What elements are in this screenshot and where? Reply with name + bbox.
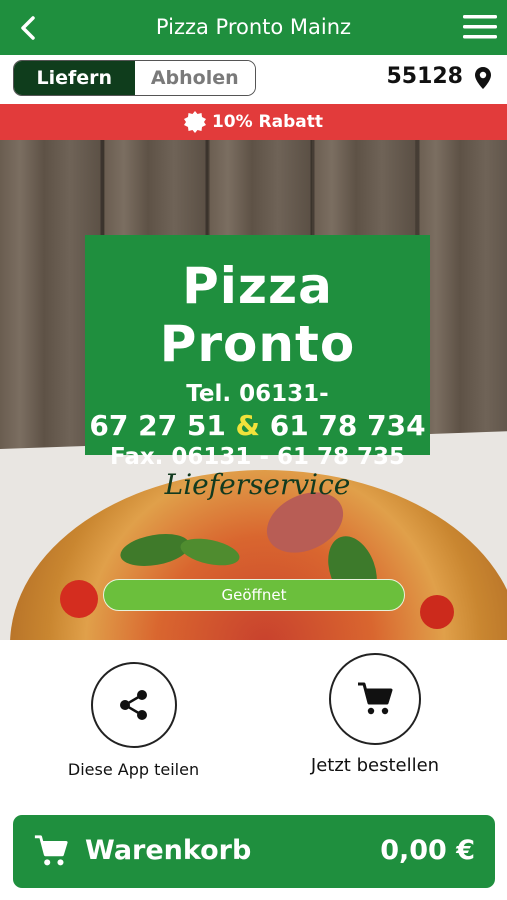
discount-badge-icon [183, 111, 206, 133]
restaurant-name: Pizza Pronto [159, 257, 356, 373]
share-button[interactable] [90, 662, 177, 748]
restaurant-sign: Pizza Pronto Tel. 06131- 67 27 51 & 61 7… [85, 235, 430, 501]
zip-code[interactable]: 55128 [386, 64, 463, 89]
tab-liefern[interactable]: Liefern [14, 61, 135, 95]
open-status-badge[interactable]: Geöffnet [103, 579, 405, 611]
discount-text: 10% Rabatt [211, 112, 324, 132]
hamburger-menu-icon [463, 15, 497, 39]
service-label: Lieferservice [164, 468, 351, 501]
order-now-button[interactable] [329, 653, 421, 745]
cart-total: 0,00 € [380, 835, 475, 866]
tab-abholen[interactable]: Abholen [134, 61, 255, 95]
phone-numbers: 67 27 51 & 61 78 734 [85, 409, 430, 442]
page-title: Pizza Pronto Mainz [155, 15, 352, 39]
top-bar: Pizza Pronto Mainz [0, 0, 507, 55]
share-app-label: Diese App teilen [67, 760, 200, 779]
map-pin-icon[interactable] [473, 66, 493, 90]
phone-number-1: 67 27 51 [89, 409, 226, 442]
menu-button[interactable] [463, 12, 497, 42]
order-now-action[interactable]: Jetzt bestellen [290, 653, 460, 776]
tomato-slice [60, 580, 98, 618]
ampersand: & [235, 409, 260, 442]
cart-icon [358, 682, 393, 715]
order-mode-toggle: Liefern Abholen [13, 60, 256, 96]
phone-number-2: 61 78 734 [269, 409, 426, 442]
tomato-slice [420, 595, 454, 629]
hero-image: Pizza Pronto Tel. 06131- 67 27 51 & 61 7… [0, 140, 507, 640]
order-now-label: Jetzt bestellen [310, 755, 440, 776]
share-icon [119, 690, 147, 720]
cart-label: Warenkorb [85, 835, 252, 866]
discount-banner[interactable]: 10% Rabatt [0, 104, 507, 140]
cart-bar[interactable]: Warenkorb 0,00 € [13, 815, 495, 888]
fax-number: Fax. 06131 - 61 78 735 [109, 444, 406, 470]
phone-label: Tel. 06131- [186, 381, 329, 407]
share-app-action[interactable]: Diese App teilen [61, 662, 206, 779]
cart-icon [34, 835, 68, 866]
